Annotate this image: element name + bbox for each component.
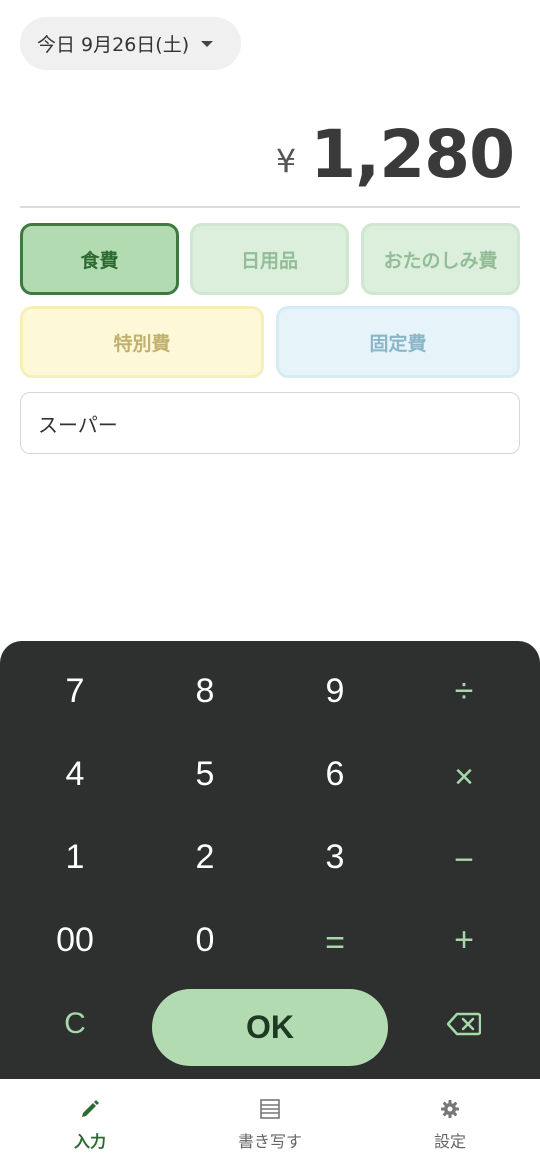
key-00[interactable]: 00	[25, 910, 125, 970]
category-special-button[interactable]: 特別費	[20, 306, 264, 378]
memo-input[interactable]: スーパー	[20, 392, 520, 454]
clear-button[interactable]: C	[25, 994, 125, 1054]
amount-divider	[20, 206, 520, 208]
backspace-button[interactable]	[414, 994, 514, 1054]
key-6[interactable]: 6	[285, 744, 385, 804]
key-divide[interactable]: ÷	[414, 661, 514, 721]
category-fun-button[interactable]: おたのしみ費	[361, 223, 520, 295]
amount-display: ¥ 1,280	[275, 112, 515, 196]
ok-button[interactable]: OK	[152, 989, 388, 1066]
key-1[interactable]: 1	[25, 827, 125, 887]
nav-settings[interactable]: 設定	[360, 1079, 540, 1169]
category-label: 固定費	[369, 332, 427, 355]
category-daily-goods-button[interactable]: 日用品	[190, 223, 349, 295]
memo-value: スーパー	[38, 412, 118, 437]
category-label: 食費	[80, 249, 119, 272]
date-selector[interactable]: 今日 9月26日(土)	[20, 17, 241, 70]
bottom-nav: 入力 書き写す 設定	[0, 1079, 540, 1169]
nav-input[interactable]: 入力	[0, 1079, 180, 1169]
nav-transcribe[interactable]: 書き写す	[180, 1079, 360, 1169]
nav-label: 設定	[433, 1132, 466, 1151]
category-food-button[interactable]: 食費	[20, 223, 179, 295]
chevron-down-icon	[201, 40, 214, 47]
list-icon	[259, 1096, 281, 1122]
key-plus[interactable]: +	[414, 910, 514, 970]
key-0[interactable]: 0	[155, 910, 255, 970]
key-multiply[interactable]: ×	[414, 747, 514, 807]
key-7[interactable]: 7	[25, 661, 125, 721]
key-2[interactable]: 2	[155, 827, 255, 887]
backspace-icon	[447, 1012, 481, 1036]
key-4[interactable]: 4	[25, 744, 125, 804]
key-5[interactable]: 5	[155, 744, 255, 804]
category-label: 日用品	[240, 249, 298, 272]
key-minus[interactable]: −	[414, 830, 514, 890]
key-8[interactable]: 8	[155, 661, 255, 721]
key-9[interactable]: 9	[285, 661, 385, 721]
category-label: おたのしみ費	[383, 249, 498, 272]
nav-label: 入力	[73, 1132, 106, 1151]
nav-label: 書き写す	[237, 1132, 302, 1151]
key-3[interactable]: 3	[285, 827, 385, 887]
keypad: 7 8 9 ÷ 4 5 6 × 1 2 3 − 00 0 = + C OK	[0, 641, 540, 1079]
key-equals[interactable]: =	[285, 913, 385, 973]
category-label: 特別費	[113, 332, 171, 355]
category-fixed-button[interactable]: 固定費	[276, 306, 520, 378]
pencil-icon	[79, 1096, 101, 1122]
gear-icon	[440, 1096, 460, 1122]
date-label: 今日 9月26日(土)	[37, 34, 190, 56]
currency-symbol: ¥	[275, 142, 297, 180]
amount-value: 1,280	[310, 115, 515, 193]
